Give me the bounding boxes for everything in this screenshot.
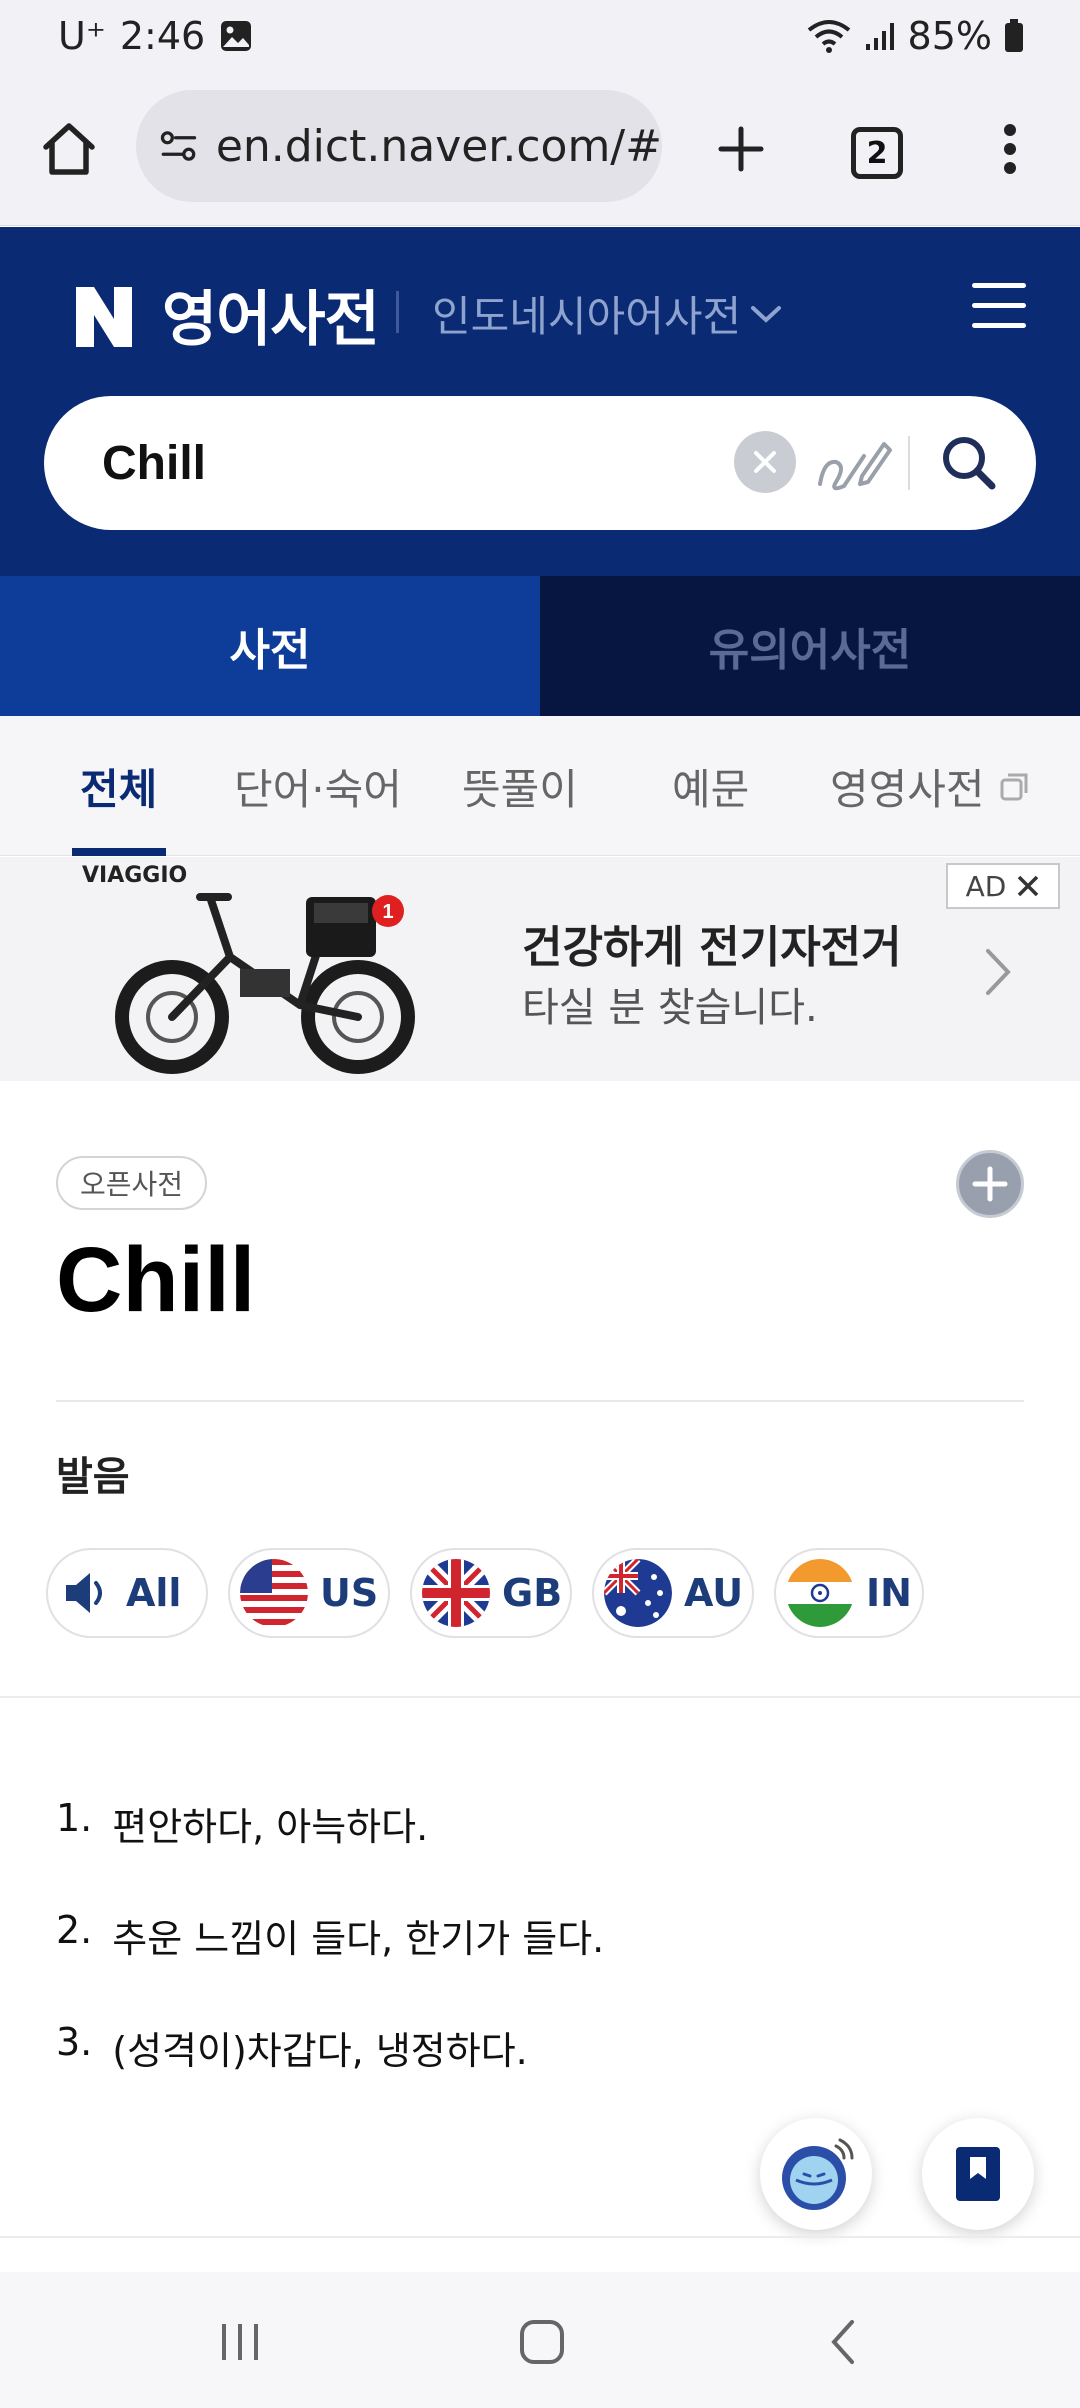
more-vertical-icon xyxy=(1004,124,1016,174)
pronunciation-label: All xyxy=(126,1571,182,1615)
ad-badge-count: 1 xyxy=(382,901,393,923)
home-nav-icon[interactable] xyxy=(512,2312,572,2372)
language-selector-label: 인도네시아어사전 xyxy=(432,292,742,341)
divider xyxy=(56,1400,1024,1402)
dictionary-title[interactable]: 영어사전 xyxy=(162,271,380,358)
naver-logo[interactable] xyxy=(72,283,136,351)
external-window-icon xyxy=(1000,773,1028,800)
ad-title: 건강하게 전기자전거 xyxy=(522,922,902,973)
search-input[interactable] xyxy=(102,430,702,496)
meaning-number: 2. xyxy=(56,1908,93,1952)
search-separator xyxy=(908,436,910,490)
robot-assistant-icon xyxy=(782,2138,854,2210)
battery-icon xyxy=(1005,19,1023,52)
battery-percent: 85% xyxy=(907,14,992,58)
us-flag-icon xyxy=(240,1559,308,1627)
bookmark-book-icon xyxy=(956,2147,1000,2201)
dictionary-header: 영어사전 인도네시아어사전 xyxy=(0,227,1080,576)
ad-label-text: AD xyxy=(965,869,1007,903)
divider xyxy=(0,1696,1080,1698)
status-bar: U⁺ 2:46 85% xyxy=(0,0,1080,74)
tab-english-english[interactable]: 영영사전 xyxy=(830,756,1029,817)
result-filter-tabs: 전체 단어·숙어 뜻풀이 예문 영영사전 xyxy=(0,716,1080,856)
pronunciation-label: GB xyxy=(502,1571,563,1615)
home-icon xyxy=(43,123,95,175)
tab-count: 2 xyxy=(851,127,903,179)
ad-banner[interactable]: VIAGGIO 1 건강하게 전기자전거 타실 분 찾습니다. AD xyxy=(0,857,1080,1081)
tab-examples[interactable]: 예문 xyxy=(672,756,749,817)
home-button[interactable] xyxy=(34,114,104,184)
open-dictionary-badge: 오픈사전 xyxy=(56,1156,208,1210)
divider xyxy=(0,2236,1080,2238)
pronunciation-all-button[interactable]: All xyxy=(46,1548,208,1638)
meaning-text: 추운 느낌이 들다, 한기가 들다. xyxy=(112,1917,605,1961)
meaning-item: 2. 추운 느낌이 들다, 한기가 들다. xyxy=(56,1908,604,1963)
status-right: 85% xyxy=(806,14,1024,58)
add-to-wordbook-button[interactable] xyxy=(956,1150,1024,1218)
chevron-right-icon xyxy=(986,949,1011,995)
recent-apps-icon[interactable] xyxy=(210,2312,270,2372)
tab-words-idioms[interactable]: 단어·숙어 xyxy=(234,756,402,817)
speaker-icon xyxy=(66,1573,102,1613)
time-label: 2:46 xyxy=(119,14,206,58)
pronunciation-us-button[interactable]: US xyxy=(228,1548,390,1638)
meaning-text: 편안하다, 아늑하다. xyxy=(112,1805,429,1849)
plus-icon xyxy=(972,1166,1008,1202)
wordbook-button[interactable] xyxy=(922,2118,1034,2230)
url-text[interactable]: en.dict.naver.com/# xyxy=(216,121,662,172)
hamburger-menu-icon[interactable] xyxy=(972,283,1028,329)
close-ad-icon[interactable] xyxy=(1016,874,1040,898)
search-box xyxy=(44,396,1036,530)
headword: Chill xyxy=(56,1229,256,1331)
header-separator xyxy=(396,291,399,333)
status-left: U⁺ 2:46 xyxy=(58,14,253,58)
ai-assistant-button[interactable] xyxy=(760,2118,872,2230)
carrier-label: U⁺ xyxy=(58,14,106,58)
meaning-number: 3. xyxy=(56,2020,93,2064)
pronunciation-au-button[interactable]: AU xyxy=(592,1548,754,1638)
tab-all[interactable]: 전체 xyxy=(80,756,157,817)
gb-flag-icon xyxy=(422,1559,490,1627)
wifi-icon xyxy=(807,20,850,53)
ad-subtitle: 타실 분 찾습니다. xyxy=(522,985,818,1031)
site-settings-icon[interactable] xyxy=(160,126,198,166)
pronunciation-label: IN xyxy=(866,1571,912,1615)
pronunciation-gb-button[interactable]: GB xyxy=(410,1548,572,1638)
chevron-down-icon xyxy=(751,305,782,323)
meaning-text: (성격이)차갑다, 냉정하다. xyxy=(112,2029,528,2073)
language-selector[interactable]: 인도네시아어사전 xyxy=(432,283,783,344)
search-icon[interactable] xyxy=(934,428,1004,498)
close-icon xyxy=(754,451,776,473)
new-tab-button[interactable] xyxy=(706,114,776,184)
ebike-image: 1 xyxy=(115,893,415,1074)
browser-toolbar: en.dict.naver.com/# 2 xyxy=(0,74,1080,226)
signal-icon xyxy=(865,23,894,50)
dictionary-type-tabs: 사전 유의어사전 xyxy=(0,576,1080,716)
meaning-number: 1. xyxy=(56,1796,93,1840)
clear-search-button[interactable] xyxy=(734,431,796,493)
pronunciation-in-button[interactable]: IN xyxy=(774,1548,924,1638)
pronunciation-label: US xyxy=(320,1571,379,1615)
pronunciation-label: AU xyxy=(684,1571,744,1615)
back-nav-icon[interactable] xyxy=(814,2312,874,2372)
system-navigation-bar xyxy=(0,2272,1080,2408)
handwriting-input-icon[interactable] xyxy=(814,426,894,500)
meaning-item: 3. (성격이)차갑다, 냉정하다. xyxy=(56,2020,528,2075)
url-bar[interactable]: en.dict.naver.com/# xyxy=(136,90,662,202)
ad-label[interactable]: AD xyxy=(946,863,1060,909)
tab-switcher-button[interactable]: 2 xyxy=(842,118,912,188)
browser-menu-button[interactable] xyxy=(980,114,1040,184)
tab-dictionary[interactable]: 사전 xyxy=(0,576,540,716)
pronunciation-title: 발음 xyxy=(56,1454,130,1500)
tab-english-english-label: 영영사전 xyxy=(830,765,985,814)
meaning-item: 1. 편안하다, 아늑하다. xyxy=(56,1796,428,1851)
tab-thesaurus[interactable]: 유의어사전 xyxy=(540,576,1080,716)
gallery-notification-icon xyxy=(221,21,252,51)
plus-icon xyxy=(718,126,764,172)
in-flag-icon xyxy=(786,1559,854,1627)
au-flag-icon xyxy=(604,1559,672,1627)
active-tab-indicator xyxy=(72,848,166,856)
tab-definitions[interactable]: 뜻풀이 xyxy=(462,756,578,817)
